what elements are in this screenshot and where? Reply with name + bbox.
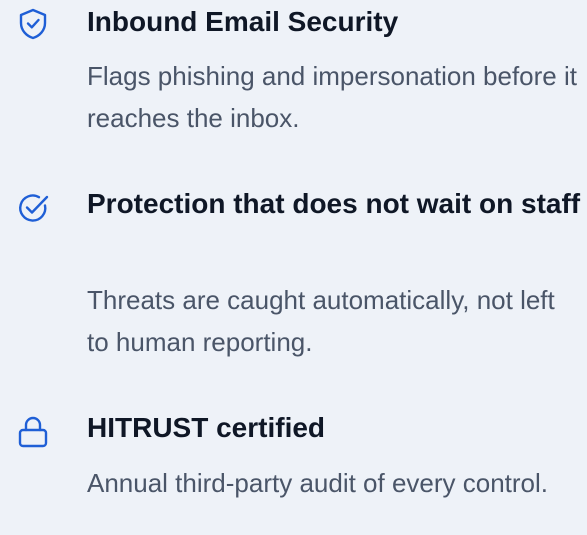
feature-title: HITRUST certified bbox=[87, 412, 326, 443]
shield-check-icon bbox=[16, 7, 50, 41]
feature-title: Protection that does not wait on staff bbox=[87, 188, 581, 219]
feature-item-email-security: Inbound Email Security Flags phishing an… bbox=[0, 0, 587, 160]
feature-item-automatic-protection: Protection that does not wait on staff T… bbox=[0, 183, 587, 373]
feature-list: Inbound Email Security Flags phishing an… bbox=[0, 0, 587, 535]
feature-description: Annual third-party audit of every contro… bbox=[87, 468, 549, 498]
check-circle-icon bbox=[16, 191, 50, 225]
feature-description: Threats are caught automatically, not le… bbox=[87, 285, 555, 357]
feature-description: Flags phishing and impersonation before … bbox=[87, 61, 577, 133]
lock-icon bbox=[16, 415, 50, 449]
feature-title: Inbound Email Security bbox=[87, 6, 399, 37]
feature-item-hitrust: HITRUST certified Annual third-party aud… bbox=[0, 407, 587, 535]
